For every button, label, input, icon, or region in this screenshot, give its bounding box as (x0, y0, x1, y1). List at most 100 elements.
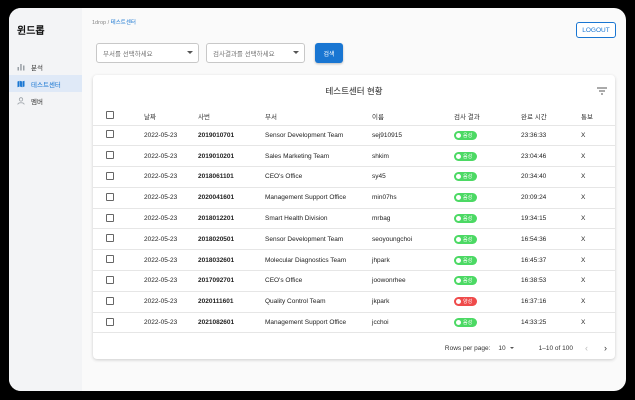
cell-department: Sales Marketing Team (265, 145, 372, 168)
column-header-name[interactable]: 이름 (372, 108, 454, 126)
cell-date: 2022-05-23 (144, 291, 198, 313)
cell-notify: X (581, 312, 615, 334)
cell-notify: X (581, 249, 615, 272)
table-row[interactable]: 2022-05-23 2019010701 Sensor Development T… (93, 125, 615, 147)
table-row[interactable]: 2022-05-23 2019010201 Sales Marketing Team… (93, 145, 615, 168)
row-checkbox[interactable] (106, 213, 114, 222)
cell-department: Management Support Office (265, 187, 372, 209)
cell-name: seoyoungchoi (372, 228, 454, 251)
status-dot-icon (456, 132, 461, 138)
result-badge-label: 음성 (463, 174, 473, 181)
cell-employee-id: 2020041601 (198, 187, 265, 209)
select-all-checkbox[interactable] (106, 111, 114, 120)
row-checkbox[interactable] (106, 296, 114, 305)
cell-notify: X (581, 145, 615, 168)
breadcrumb-root[interactable]: 1drop (92, 20, 106, 26)
cell-employee-id: 2019010201 (198, 145, 265, 168)
sidebar-item-analysis[interactable]: 분석 (9, 58, 82, 75)
result-badge-label: 음성 (463, 216, 473, 223)
department-select[interactable]: 부서를 선택하세요 (96, 43, 199, 63)
cell-completion-time: 20:09:24 (521, 187, 581, 209)
table-row[interactable]: 2022-05-23 2020111601 Quality Control Team… (93, 291, 615, 313)
cell-department: Molecular Diagnostics Team (265, 249, 372, 272)
status-dot-icon (456, 153, 461, 159)
status-dot-icon (456, 216, 461, 222)
cell-name: joowonrhee (372, 270, 454, 292)
filter-icon[interactable] (597, 87, 607, 95)
search-button[interactable]: 검색 (315, 43, 343, 63)
table-row[interactable]: 2022-05-23 2021082601 Management Support O… (93, 312, 615, 334)
cell-date: 2022-05-23 (144, 270, 198, 292)
status-dot-icon (456, 257, 461, 263)
status-dot-icon (456, 320, 461, 326)
table-row[interactable]: 2022-05-23 2018061101 CEO's Office sy45 음성 20… (93, 166, 615, 188)
result-select-placeholder: 검사결과를 선택하세요 (213, 51, 275, 58)
pagination-range: 1–10 of 100 (538, 344, 573, 352)
rows-per-page-select[interactable]: 10 (498, 345, 514, 352)
result-badge-label: 음성 (463, 320, 473, 327)
row-checkbox[interactable] (106, 171, 114, 180)
cell-department: CEO's Office (265, 270, 372, 292)
sidebar: 윈드롭 분석 테스트센터 멤버 (9, 8, 82, 391)
next-page-icon[interactable]: › (604, 343, 607, 353)
department-select-placeholder: 부서를 선택하세요 (103, 51, 153, 58)
cell-date: 2022-05-23 (144, 166, 198, 188)
column-header-completion-time[interactable]: 완료 시간 (521, 108, 581, 126)
result-badge: 음성 (454, 234, 478, 244)
table-row[interactable]: 2022-05-23 2018012201 Smart Health Divisio… (93, 208, 615, 230)
column-header-date[interactable]: 날짜 (144, 108, 198, 126)
cell-completion-time: 20:34:40 (521, 166, 581, 188)
cell-date: 2022-05-23 (144, 187, 198, 209)
cell-employee-id: 2021082601 (198, 312, 265, 334)
row-checkbox[interactable] (106, 275, 114, 284)
result-badge: 음성 (454, 276, 478, 286)
result-badge: 음성 (454, 130, 478, 140)
row-checkbox[interactable] (106, 234, 114, 243)
chevron-down-icon (293, 51, 299, 54)
result-badge-label: 음성 (463, 195, 473, 202)
sidebar-item-members[interactable]: 멤버 (9, 92, 82, 109)
table-row[interactable]: 2022-05-23 2020041601 Management Support O… (93, 187, 615, 209)
sidebar-item-label: 테스트센터 (31, 81, 61, 89)
status-dot-icon (456, 299, 461, 305)
column-header-employee-id[interactable]: 사번 (198, 108, 265, 126)
cell-completion-time: 16:37:16 (521, 291, 581, 313)
column-header-notify[interactable]: 통보 (581, 108, 615, 126)
testcenter-table-card: 테스트센터 현황 날짜 사번 부서 이름 검사 결과 완료 시간 통보 2022… (93, 75, 615, 359)
result-badge: 음성 (454, 255, 478, 265)
result-badge-label: 음성 (463, 257, 473, 264)
sidebar-item-label: 멤버 (31, 98, 43, 106)
column-header-result[interactable]: 검사 결과 (454, 108, 521, 126)
rows-per-page-label: Rows per page: (444, 344, 491, 352)
row-checkbox[interactable] (106, 130, 114, 139)
table-row[interactable]: 2022-05-23 2018020501 Sensor Development T… (93, 228, 615, 251)
cell-date: 2022-05-23 (144, 145, 198, 168)
cell-date: 2022-05-23 (144, 312, 198, 334)
brand-logo[interactable]: 윈드롭 (17, 22, 45, 37)
cell-date: 2022-05-23 (144, 228, 198, 251)
row-checkbox[interactable] (106, 192, 114, 201)
chevron-down-icon (187, 51, 193, 54)
breadcrumb-current: 테스트센터 (110, 20, 136, 26)
logout-button[interactable]: LOGOUT (576, 22, 616, 38)
cell-department: CEO's Office (265, 166, 372, 188)
result-badge: 음성 (454, 151, 478, 161)
previous-page-icon[interactable]: ‹ (585, 343, 588, 353)
cell-employee-id: 2018012201 (198, 208, 265, 230)
cell-date: 2022-05-23 (144, 249, 198, 272)
cell-name: mrbag (372, 208, 454, 230)
sidebar-item-testcenter[interactable]: 테스트센터 (9, 75, 82, 92)
row-checkbox[interactable] (106, 255, 114, 264)
table-row[interactable]: 2022-05-23 2017092701 CEO's Office joowonrh… (93, 270, 615, 292)
cell-date: 2022-05-23 (144, 125, 198, 147)
cell-employee-id: 2018061101 (198, 166, 265, 188)
result-select[interactable]: 검사결과를 선택하세요 (206, 43, 305, 63)
table-row[interactable]: 2022-05-23 2018032601 Molecular Diagnostic… (93, 249, 615, 272)
bar-chart-icon (17, 63, 25, 70)
cell-department: Quality Control Team (265, 291, 372, 313)
status-dot-icon (456, 278, 461, 284)
row-checkbox[interactable] (106, 317, 114, 326)
column-header-department[interactable]: 부서 (265, 108, 372, 126)
cell-name: sej910915 (372, 125, 454, 147)
row-checkbox[interactable] (106, 151, 114, 160)
